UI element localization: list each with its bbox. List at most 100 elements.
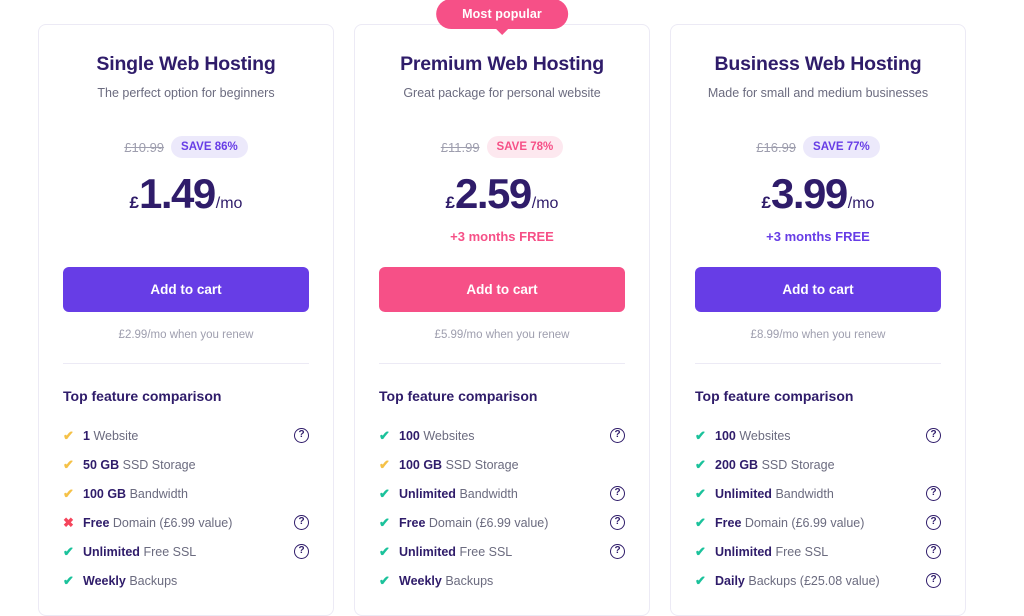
feature-item: ✔ Free Domain (£6.99 value)?	[695, 508, 941, 537]
feature-description: Websites	[739, 428, 791, 443]
help-icon[interactable]: ?	[926, 515, 941, 530]
plan-subtitle: Great package for personal website	[403, 86, 601, 100]
original-price: £10.99	[124, 139, 165, 155]
discount-row: £10.99 SAVE 86%	[63, 135, 309, 159]
bonus-offer: +3 months FREE	[450, 229, 554, 244]
feature-label: Unlimited Free SSL	[83, 545, 294, 559]
current-price: £2.59/mo	[379, 173, 625, 215]
feature-description: Backups	[445, 573, 494, 588]
check-icon: ✔	[695, 544, 706, 559]
feature-description: Bandwidth	[129, 486, 188, 501]
feature-description: Bandwidth	[775, 486, 834, 501]
feature-item: ✔Weekly Backups?	[379, 566, 625, 595]
feature-item: ✔200 GB SSD Storage?	[695, 450, 941, 479]
help-icon[interactable]: ?	[294, 515, 309, 530]
add-to-cart-button[interactable]: Add to cart	[695, 267, 941, 312]
price-period: /mo	[215, 195, 243, 212]
feature-description: Bandwidth	[459, 486, 518, 501]
help-icon[interactable]: ?	[926, 544, 941, 559]
check-icon: ✔	[63, 573, 74, 588]
feature-value: 1	[83, 428, 90, 443]
currency-symbol: £	[129, 193, 140, 212]
check-icon: ✔	[379, 544, 390, 559]
renewal-note: £5.99/mo when you renew	[434, 329, 570, 341]
feature-value: Unlimited	[715, 544, 772, 559]
feature-label: Unlimited Bandwidth	[399, 487, 610, 501]
add-to-cart-button[interactable]: Add to cart	[63, 267, 309, 312]
pricing-card: Most popular Premium Web Hosting Great pac…	[354, 0, 650, 616]
feature-item: ✔ Unlimited Bandwidth?	[379, 479, 625, 508]
feature-label: 100 GB SSD Storage	[399, 458, 610, 472]
section-divider	[695, 363, 941, 364]
feature-description: Domain (£6.99 value)	[112, 515, 233, 530]
feature-value: Unlimited	[83, 544, 140, 559]
feature-item: ✔ Daily Backups (£25.08 value)?	[695, 566, 941, 595]
features-list: ✔ 100 Websites? ✔ 200 GB SSD Storage? ✔ Unlim…	[695, 421, 941, 595]
feature-value: 100 GB	[399, 457, 443, 472]
feature-value: 100	[715, 428, 736, 443]
help-icon[interactable]: ?	[610, 544, 625, 559]
price-block: £16.99 SAVE 77% £3.99/mo +3 months FREE	[695, 135, 941, 245]
plan-title: Premium Web Hosting	[400, 53, 604, 75]
price-block: £10.99 SAVE 86% £1.49/mo	[63, 135, 309, 245]
price-period: /mo	[847, 195, 875, 212]
feature-description: Free SSL	[143, 544, 197, 559]
feature-value: 200 GB	[715, 457, 759, 472]
help-icon[interactable]: ?	[926, 486, 941, 501]
feature-label: 1 Website	[83, 429, 294, 443]
feature-item: ✔100 GB SSD Storage?	[379, 450, 625, 479]
most-popular-badge: Most popular	[436, 0, 568, 29]
features-list: ✔ 1 Website? ✔ 50 GB SSD Storage? ✔ 100 GB Ba…	[63, 421, 309, 595]
feature-item: ✔ Unlimited Free SSL?	[379, 537, 625, 566]
feature-description: Websites	[423, 428, 475, 443]
feature-item: ✔ Unlimited Free SSL?	[695, 537, 941, 566]
feature-item: ✔ 100 Websites?	[379, 421, 625, 450]
feature-description: SSD Storage	[122, 457, 196, 472]
plan-subtitle: The perfect option for beginners	[97, 86, 275, 100]
feature-value: Unlimited	[399, 544, 456, 559]
help-icon[interactable]: ?	[926, 573, 941, 588]
help-icon[interactable]: ?	[294, 544, 309, 559]
feature-label: Free Domain (£6.99 value)	[399, 516, 610, 530]
check-icon: ✔	[379, 486, 390, 501]
check-icon: ✔	[63, 457, 74, 472]
check-icon: ✔	[695, 457, 706, 472]
cross-icon: ✖	[63, 515, 74, 530]
plan-subtitle: Made for small and medium businesses	[707, 86, 929, 100]
pricing-card: Business Web Hosting Made for small and m…	[670, 24, 966, 616]
feature-description: Free SSL	[459, 544, 513, 559]
currency-symbol: £	[445, 193, 456, 212]
add-to-cart-button[interactable]: Add to cart	[379, 267, 625, 312]
feature-item: ✔ 100 Websites?	[695, 421, 941, 450]
pricing-card: Single Web Hosting The perfect option for…	[38, 24, 334, 616]
feature-value: Weekly	[83, 573, 126, 588]
features-list: ✔ 100 Websites? ✔ 100 GB SSD Storage? ✔ Unlim…	[379, 421, 625, 595]
card-header: Premium Web Hosting Great package for per…	[379, 25, 625, 100]
feature-item: ✔ Free Domain (£6.99 value)?	[379, 508, 625, 537]
feature-value: Free	[83, 515, 110, 530]
help-icon[interactable]: ?	[610, 428, 625, 443]
current-price: £3.99/mo	[695, 173, 941, 215]
section-divider	[379, 363, 625, 364]
check-icon: ✔	[695, 573, 706, 588]
feature-description: SSD Storage	[445, 457, 519, 472]
feature-value: Free	[715, 515, 742, 530]
original-price: £11.99	[440, 139, 480, 155]
check-icon: ✔	[379, 515, 390, 530]
feature-label: Unlimited Bandwidth	[715, 487, 926, 501]
section-divider	[63, 363, 309, 364]
save-badge: SAVE 78%	[486, 136, 564, 158]
price-period: /mo	[531, 195, 559, 212]
check-icon: ✔	[63, 486, 74, 501]
help-icon[interactable]: ?	[926, 428, 941, 443]
plan-title: Single Web Hosting	[96, 53, 276, 75]
check-icon: ✔	[379, 457, 390, 472]
feature-label: 50 GB SSD Storage	[83, 458, 294, 472]
help-icon[interactable]: ?	[294, 428, 309, 443]
help-icon[interactable]: ?	[610, 515, 625, 530]
feature-value: 50 GB	[83, 457, 120, 472]
help-icon[interactable]: ?	[610, 486, 625, 501]
currency-symbol: £	[761, 193, 772, 212]
feature-item: ✔Weekly Backups?	[63, 566, 309, 595]
feature-description: SSD Storage	[761, 457, 835, 472]
